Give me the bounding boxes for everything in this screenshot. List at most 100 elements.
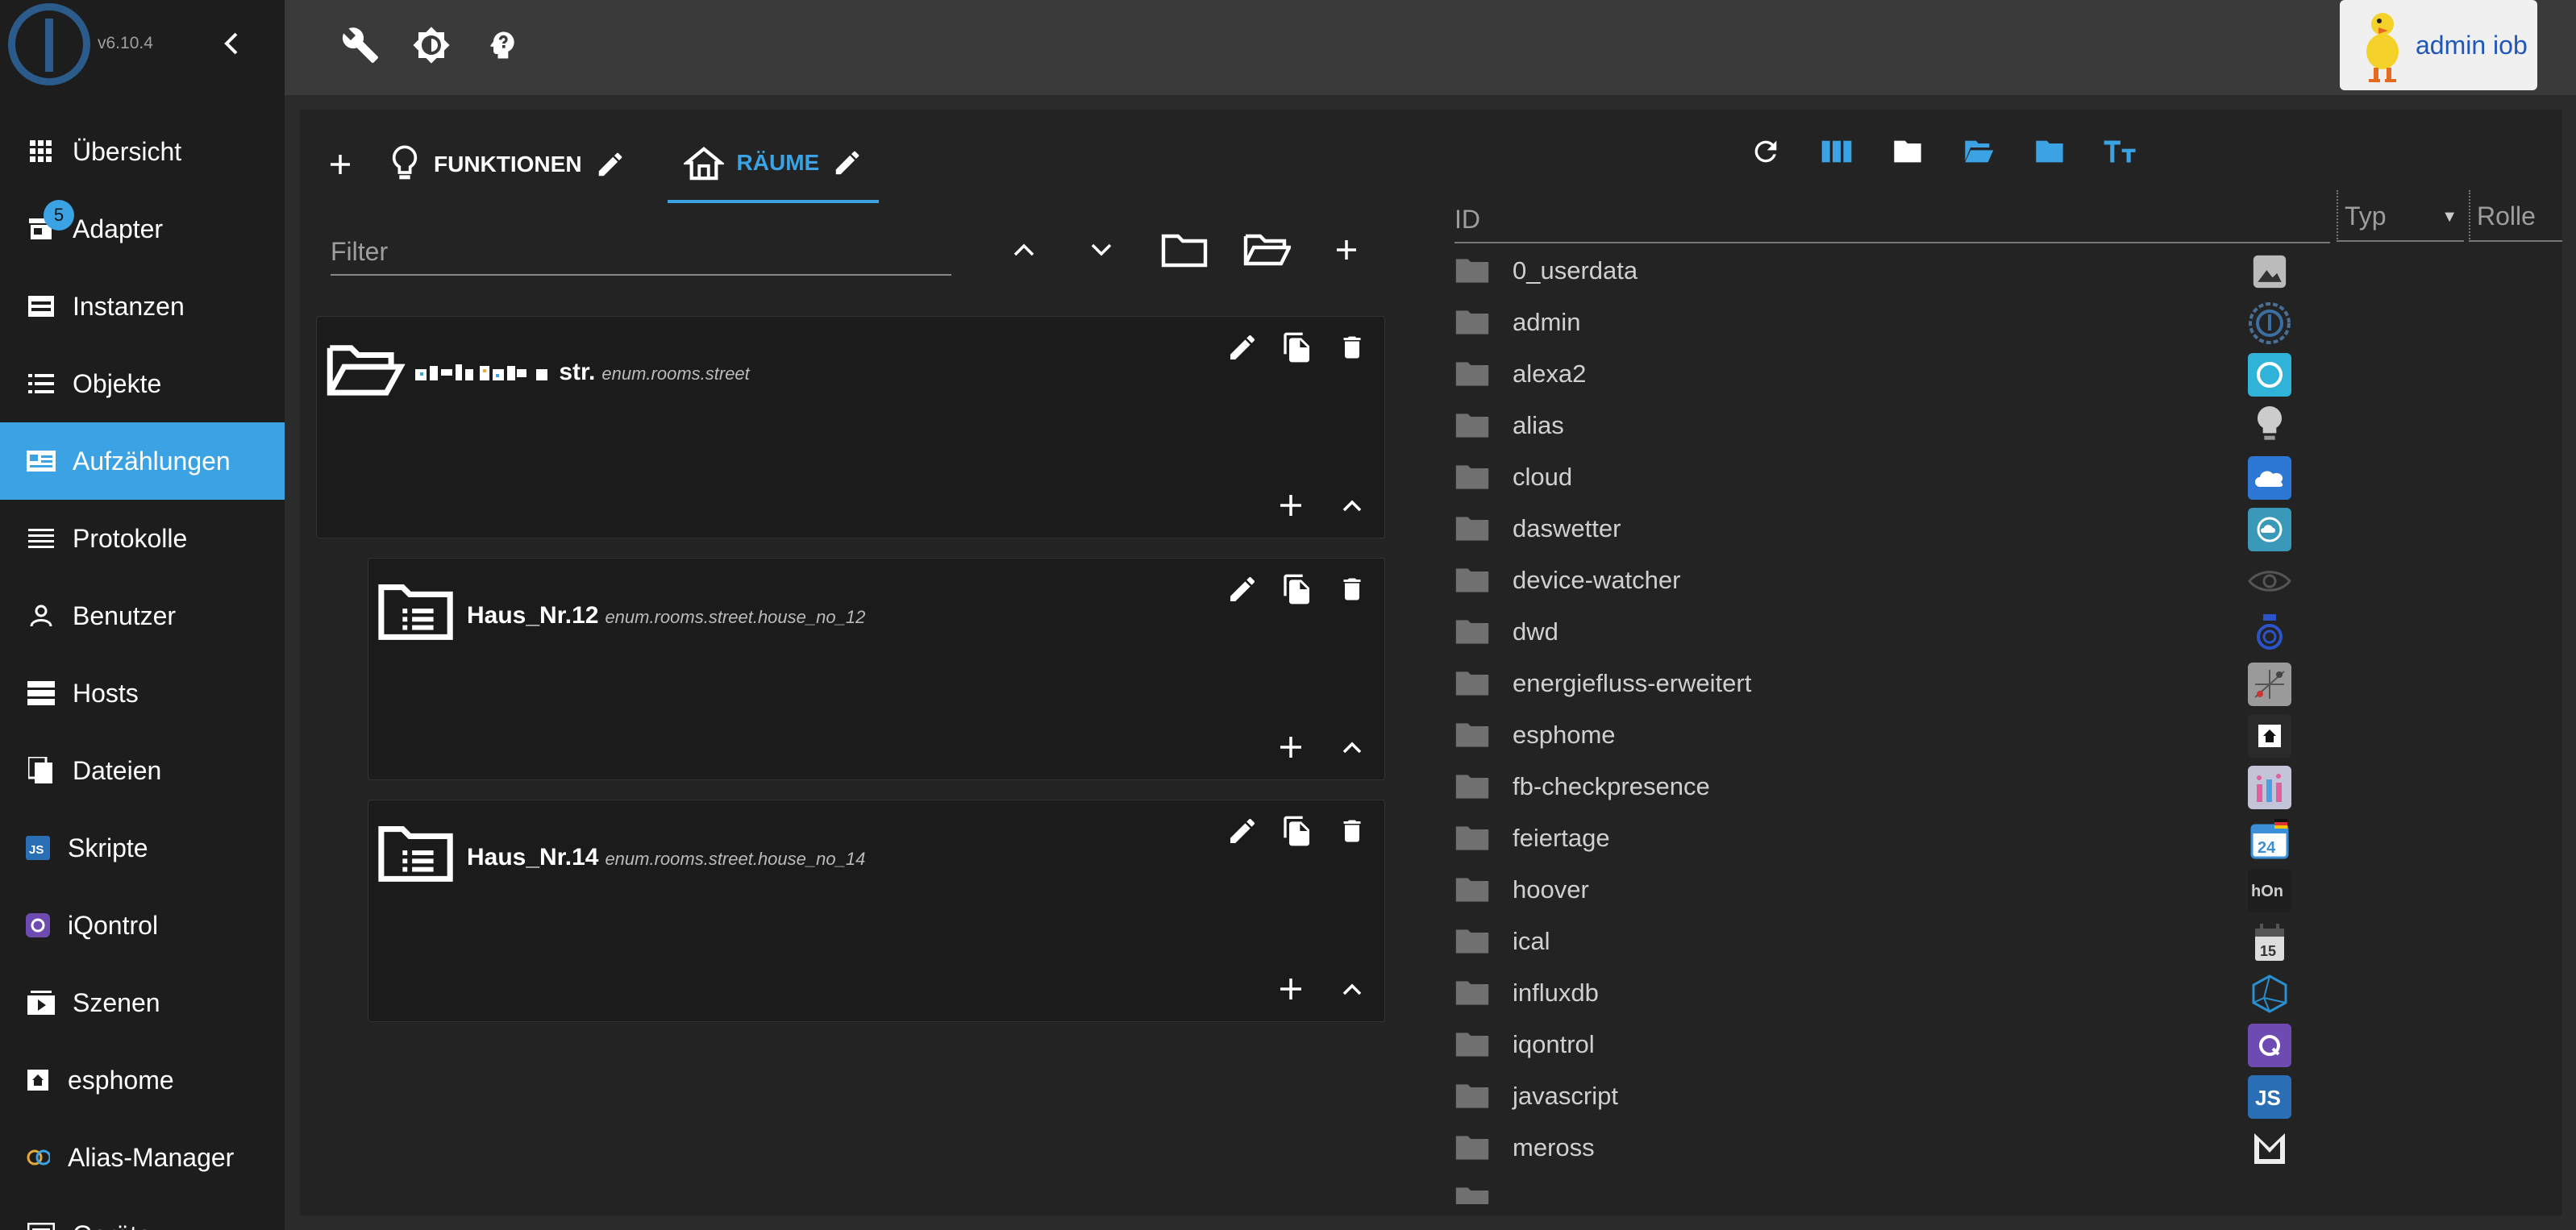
table-row[interactable]: feiertage 24	[1453, 812, 2340, 864]
folder-icon	[2036, 140, 2063, 163]
sidebar-item-esphome[interactable]: esphome	[0, 1041, 285, 1119]
edit-button[interactable]	[1220, 567, 1265, 612]
sidebar-item-alias-manager[interactable]: Alias-Manager	[0, 1119, 285, 1196]
add-category-button[interactable]	[318, 142, 363, 187]
brightness-icon	[413, 27, 450, 64]
table-row[interactable]: cloud	[1453, 451, 2340, 503]
refresh-button[interactable]	[1743, 129, 1788, 174]
table-row[interactable]: iqontrol	[1453, 1019, 2340, 1070]
table-row[interactable]: energiefluss-erweitert	[1453, 658, 2340, 709]
edit-icon[interactable]	[595, 149, 626, 180]
id-column-filter[interactable]: ID	[1454, 193, 2330, 243]
table-row[interactable]: javascript JS	[1453, 1070, 2340, 1122]
columns-button[interactable]	[1814, 129, 1859, 174]
sidebar-item-iqontrol[interactable]: iQontrol	[0, 887, 285, 964]
esphome-icon	[26, 1066, 50, 1094]
folder-icon	[1455, 465, 1489, 489]
user-profile-button[interactable]: admin iob	[2340, 0, 2537, 90]
collapse-sidebar-button[interactable]	[222, 31, 241, 60]
sidebar-item-adapter[interactable]: 5 Adapter	[0, 190, 285, 268]
expand-all-button[interactable]	[1079, 227, 1124, 272]
settings-wrench-button[interactable]	[338, 23, 383, 68]
tab-raeume[interactable]: RÄUME	[667, 126, 880, 203]
type-label: Typ	[2345, 202, 2387, 231]
table-row[interactable]: ical 15	[1453, 916, 2340, 967]
tab-label: RÄUME	[736, 150, 820, 175]
sidebar-item-dateien[interactable]: Dateien	[0, 732, 285, 809]
sidebar-item-label: Benutzer	[73, 600, 177, 630]
energy-icon	[2248, 663, 2291, 706]
sidebar-item-aufzaehlungen[interactable]: Aufzählungen	[0, 422, 285, 500]
table-row[interactable]: 0_userdata	[1453, 245, 2340, 297]
add-enum-button[interactable]	[1324, 227, 1369, 272]
sidebar-item-skripte[interactable]: JS Skripte	[0, 809, 285, 887]
expand-tree-button[interactable]	[1956, 129, 2001, 174]
copy-button[interactable]	[1275, 567, 1320, 612]
table-row[interactable]: daswetter	[1453, 503, 2340, 555]
table-row[interactable]: influxdb	[1453, 967, 2340, 1019]
iobroker-logo[interactable]	[8, 3, 90, 85]
table-row[interactable]: alexa2	[1453, 348, 2340, 400]
object-browser-toolbar	[1743, 129, 2143, 174]
enum-card-house-14[interactable]: Haus_Nr.14 enum.rooms.street.house_no_14	[368, 800, 1385, 1022]
folder-open-button[interactable]	[1240, 227, 1293, 272]
delete-button[interactable]	[1330, 808, 1375, 854]
add-child-button[interactable]	[1268, 725, 1313, 770]
filter-input[interactable]: Filter	[331, 229, 951, 276]
enum-card-house-12[interactable]: Haus_Nr.12 enum.rooms.street.house_no_12	[368, 558, 1385, 780]
calendar-15-icon: 15	[2248, 920, 2291, 964]
collapse-tree-button[interactable]	[1885, 129, 1930, 174]
copy-button[interactable]	[1275, 325, 1320, 370]
enum-card-street[interactable]: str. enum.rooms.street	[316, 316, 1385, 538]
table-row[interactable]: hoover hOn	[1453, 864, 2340, 916]
delete-button[interactable]	[1330, 567, 1375, 612]
table-row[interactable]: device-watcher	[1453, 555, 2340, 606]
edit-icon	[1230, 818, 1255, 843]
folder-icon	[1455, 310, 1489, 335]
copy-button[interactable]	[1275, 808, 1320, 854]
object-name: javascript	[1513, 1082, 1618, 1110]
edit-button[interactable]	[1220, 808, 1265, 854]
sidebar-item-protokolle[interactable]: Protokolle	[0, 500, 285, 577]
add-child-button[interactable]	[1268, 483, 1313, 528]
object-name: dwd	[1513, 617, 1559, 646]
expand-level-button[interactable]	[2027, 129, 2072, 174]
sidebar-item-instanzen[interactable]: Instanzen	[0, 268, 285, 345]
admin-icon	[2248, 301, 2291, 345]
dwd-icon	[2248, 611, 2291, 654]
sidebar-item-benutzer[interactable]: Benutzer	[0, 577, 285, 654]
sidebar-item-geraete[interactable]: Geräte	[0, 1196, 285, 1230]
edit-icon[interactable]	[832, 148, 863, 178]
delete-button[interactable]	[1330, 325, 1375, 370]
folder-icon	[1455, 826, 1489, 850]
sidebar-item-uebersicht[interactable]: Übersicht	[0, 113, 285, 190]
type-column-filter[interactable]: Typ ▼	[2337, 190, 2464, 242]
collapse-card-button[interactable]	[1330, 725, 1375, 770]
edit-button[interactable]	[1220, 325, 1265, 370]
folder-outline-icon	[1161, 234, 1208, 268]
meross-icon	[2248, 1127, 2291, 1170]
table-row[interactable]: admin	[1453, 297, 2340, 348]
sidebar-item-objekte[interactable]: Objekte	[0, 345, 285, 422]
plus-icon	[1280, 979, 1301, 999]
collapse-card-button[interactable]	[1330, 966, 1375, 1012]
table-row[interactable]	[1453, 1174, 2340, 1204]
tab-funktionen[interactable]: FUNKTIONEN	[372, 126, 642, 203]
table-row[interactable]: alias	[1453, 400, 2340, 451]
folder-closed-button[interactable]	[1158, 227, 1211, 272]
sidebar-item-hosts[interactable]: Hosts	[0, 654, 285, 732]
sidebar-item-szenen[interactable]: Szenen	[0, 964, 285, 1041]
table-row[interactable]: dwd	[1453, 606, 2340, 658]
collapse-all-button[interactable]	[1001, 227, 1047, 272]
table-row[interactable]: esphome	[1453, 709, 2340, 761]
theme-toggle-button[interactable]	[409, 23, 454, 68]
expert-mode-button[interactable]	[480, 23, 525, 68]
table-row[interactable]: fb-checkpresence	[1453, 761, 2340, 812]
role-column-filter[interactable]: Rolle	[2469, 190, 2562, 242]
text-size-button[interactable]	[2098, 129, 2143, 174]
add-child-button[interactable]	[1268, 966, 1313, 1012]
collapse-card-button[interactable]	[1330, 483, 1375, 528]
head-icon	[490, 31, 514, 59]
table-row[interactable]: meross	[1453, 1122, 2340, 1174]
folder-icon	[1455, 568, 1489, 592]
